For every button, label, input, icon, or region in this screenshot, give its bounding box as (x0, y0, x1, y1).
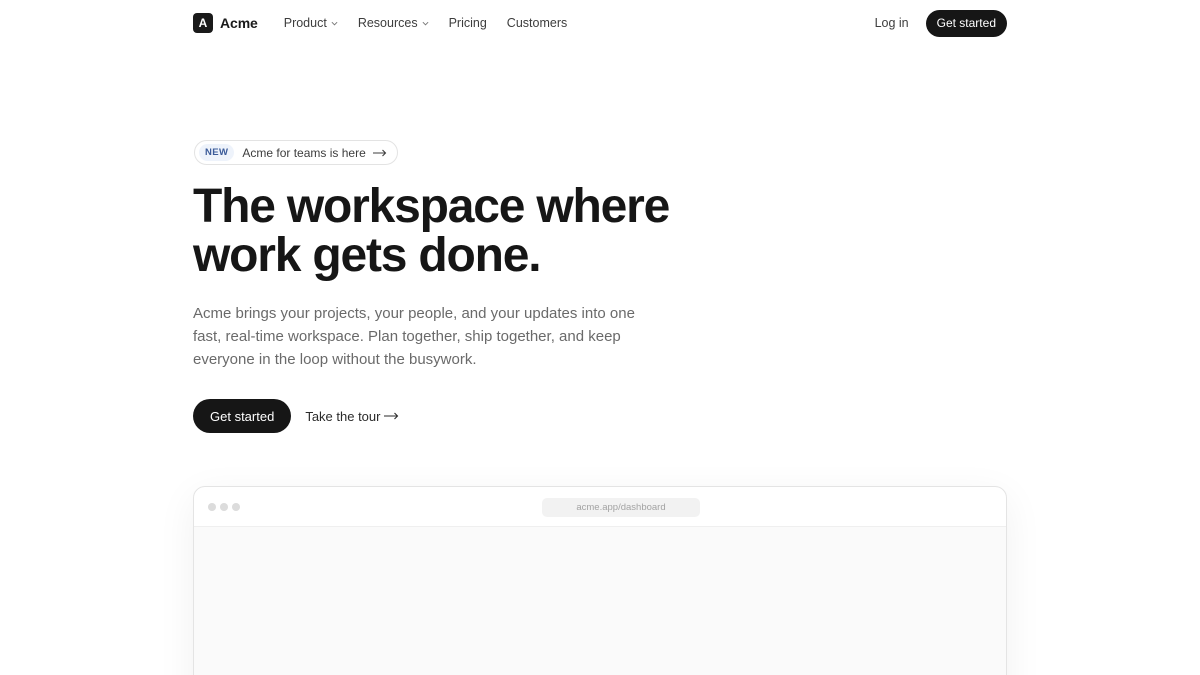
nav-link-resources[interactable]: Resources (358, 16, 429, 30)
hero-title-line-1: The workspace where (193, 180, 670, 233)
announcement-text: Acme for teams is here (242, 146, 387, 160)
brand-name: Acme (220, 15, 258, 31)
app-preview-window: acme.app/dashboard (193, 486, 1007, 675)
hero-title-line-2: work gets done. (193, 229, 542, 282)
window-dot-icon (220, 502, 228, 511)
announcement-label: Acme for teams is here (242, 145, 366, 160)
url-bar: acme.app/dashboard (542, 498, 700, 517)
nav-link-pricing[interactable]: Pricing (449, 16, 487, 30)
nav-link-customers[interactable]: Customers (507, 16, 567, 30)
hero-get-started-button[interactable]: Get started (193, 399, 292, 433)
arrow-right-icon (373, 149, 387, 157)
announcement-pill[interactable]: NEW Acme for teams is here (194, 140, 399, 165)
nav-link-label: Product (283, 16, 327, 30)
nav-link-label: Resources (357, 16, 418, 30)
nav-get-started-button[interactable]: Get started (925, 9, 1007, 37)
login-link[interactable]: Log in (875, 16, 909, 30)
hero-title: The workspace where work gets done. (193, 182, 753, 280)
hero-subtitle: Acme brings your projects, your people, … (193, 305, 635, 368)
chevron-down-icon (422, 21, 429, 25)
top-nav: A Acme Product Resources Pricing Custome… (193, 8, 1007, 38)
window-controls (208, 502, 244, 511)
window-dot-icon (208, 502, 216, 511)
browser-toolbar: acme.app/dashboard (194, 487, 1006, 527)
take-tour-label: Take the tour (305, 408, 381, 424)
landing-page: A Acme Product Resources Pricing Custome… (0, 0, 1200, 675)
brand-logo[interactable]: A Acme (193, 13, 258, 33)
new-badge: NEW (199, 144, 235, 161)
arrow-right-icon (384, 412, 399, 420)
nav-links: Product Resources Pricing Customers (284, 16, 588, 30)
brand-mark: A (193, 13, 213, 33)
preview-content (194, 527, 1006, 675)
nav-link-product[interactable]: Product (284, 16, 338, 30)
take-tour-link[interactable]: Take the tour (305, 409, 399, 424)
nav-actions: Log in Get started (875, 9, 1007, 37)
window-dot-icon (232, 502, 240, 511)
hero-cta-row: Get started Take the tour (193, 399, 399, 433)
chevron-down-icon (331, 21, 338, 25)
